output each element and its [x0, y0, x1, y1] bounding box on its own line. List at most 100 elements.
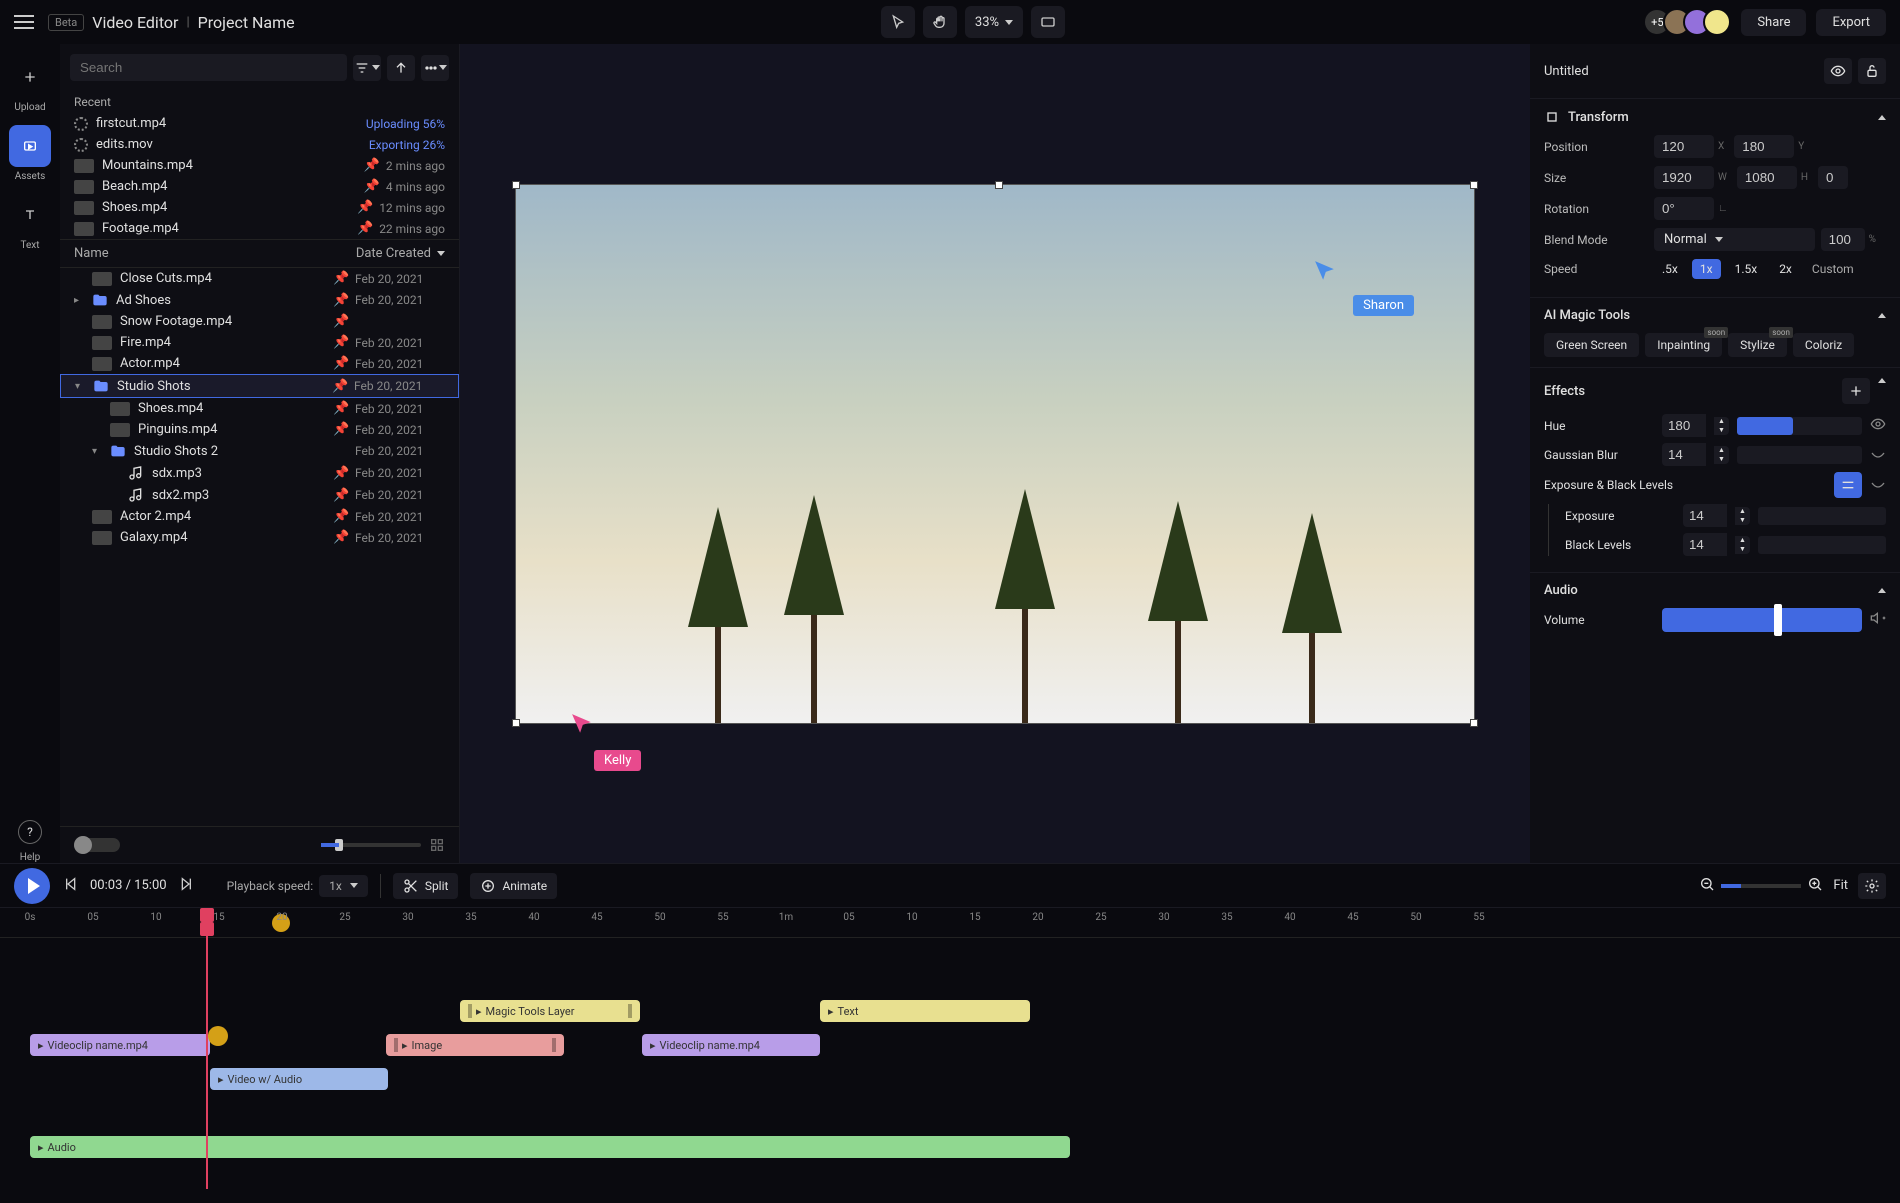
play-button[interactable]: [14, 868, 50, 904]
ai-tool-chip[interactable]: Inpaintingsoon: [1645, 333, 1722, 357]
asset-row[interactable]: Shoes.mp4📌12 mins ago: [60, 197, 459, 218]
blur-slider[interactable]: [1737, 446, 1862, 464]
collapse-button[interactable]: [1878, 115, 1886, 120]
blur-stepper[interactable]: ▲▼: [1714, 446, 1729, 464]
rotation-input[interactable]: [1654, 197, 1714, 220]
resize-handle[interactable]: [1470, 719, 1478, 727]
expand-caret[interactable]: ▸: [74, 295, 84, 306]
search-input[interactable]: [70, 54, 347, 81]
hand-tool[interactable]: [923, 6, 957, 38]
black-levels-slider[interactable]: [1758, 536, 1886, 554]
split-button[interactable]: Split: [393, 873, 459, 899]
clip-title[interactable]: Untitled: [1544, 64, 1589, 79]
zoom-in-button[interactable]: [1807, 876, 1823, 896]
assets-tab[interactable]: Assets: [9, 125, 51, 182]
select-tool[interactable]: [881, 6, 915, 38]
folder-row[interactable]: ▸Ad Shoes📌Feb 20, 2021: [60, 289, 459, 311]
asset-row[interactable]: Close Cuts.mp4📌Feb 20, 2021: [60, 268, 459, 289]
text-tab[interactable]: Text: [9, 194, 51, 251]
name-column[interactable]: Name: [74, 246, 356, 261]
animate-button[interactable]: Animate: [470, 873, 557, 899]
fit-button[interactable]: Fit: [1833, 878, 1848, 893]
project-name[interactable]: Project Name: [198, 13, 295, 32]
mute-button[interactable]: [1870, 610, 1886, 630]
upload-tab[interactable]: Upload: [9, 56, 51, 113]
collapse-button[interactable]: [1878, 588, 1886, 593]
asset-row[interactable]: Fire.mp4📌Feb 20, 2021: [60, 332, 459, 353]
resize-handle[interactable]: [512, 719, 520, 727]
resize-handle[interactable]: [512, 181, 520, 189]
thumbnail-zoom-slider[interactable]: [321, 843, 421, 847]
width-input[interactable]: [1654, 166, 1714, 189]
asset-row[interactable]: sdx2.mp3📌Feb 20, 2021: [60, 484, 459, 506]
next-frame-button[interactable]: [179, 876, 195, 896]
more-button[interactable]: [421, 55, 449, 81]
timeline-settings-button[interactable]: [1858, 873, 1886, 899]
custom-speed-button[interactable]: Custom: [1812, 262, 1854, 276]
sort-button[interactable]: [387, 55, 415, 81]
asset-row[interactable]: Galaxy.mp4📌Feb 20, 2021: [60, 527, 459, 548]
folder-row[interactable]: ▾Studio Shots 2Feb 20, 2021: [60, 440, 459, 462]
zoom-level[interactable]: 33%: [965, 6, 1023, 38]
collapse-button[interactable]: [1878, 378, 1886, 383]
speed-option[interactable]: 1.5x: [1727, 259, 1766, 279]
expand-caret[interactable]: ▾: [75, 381, 85, 392]
asset-row[interactable]: Beach.mp4📌4 mins ago: [60, 176, 459, 197]
effect-settings-button[interactable]: [1834, 472, 1862, 498]
size-extra-input[interactable]: [1818, 166, 1848, 189]
speed-option[interactable]: 1x: [1692, 259, 1721, 279]
toggle-effect-button[interactable]: [1870, 416, 1886, 436]
timeline-zoom-slider[interactable]: [1721, 884, 1801, 888]
asset-row[interactable]: Actor 2.mp4📌Feb 20, 2021: [60, 506, 459, 527]
asset-row[interactable]: Shoes.mp4📌Feb 20, 2021: [60, 398, 459, 419]
asset-row[interactable]: sdx.mp3📌Feb 20, 2021: [60, 462, 459, 484]
collapse-button[interactable]: [1878, 313, 1886, 318]
ai-tool-chip[interactable]: Stylizesoon: [1728, 333, 1787, 357]
playback-speed-select[interactable]: 1x: [319, 875, 368, 897]
resize-handle[interactable]: [1470, 181, 1478, 189]
exposure-slider[interactable]: [1758, 507, 1886, 525]
help-button[interactable]: ? Help: [9, 820, 51, 863]
volume-slider[interactable]: [1662, 608, 1862, 632]
ai-tool-chip[interactable]: Green Screen: [1544, 333, 1639, 357]
clip-image[interactable]: ▸ Image: [386, 1034, 564, 1056]
zoom-out-button[interactable]: [1699, 876, 1715, 896]
expand-caret[interactable]: ▾: [92, 446, 102, 457]
position-y-input[interactable]: [1734, 135, 1794, 158]
opacity-input[interactable]: [1821, 228, 1865, 251]
add-effect-button[interactable]: [1842, 378, 1870, 404]
toggle-effect-button[interactable]: [1870, 445, 1886, 465]
share-button[interactable]: Share: [1741, 9, 1806, 36]
video-canvas[interactable]: Sharon Kelly: [515, 184, 1475, 724]
blur-input[interactable]: [1662, 443, 1706, 466]
device-preview-button[interactable]: [1031, 6, 1065, 38]
clip-magic-tools[interactable]: ▸ Magic Tools Layer: [460, 1000, 640, 1022]
clip-video[interactable]: ▸ Videoclip name.mp4: [30, 1034, 210, 1056]
clip-text[interactable]: ▸ Text: [820, 1000, 1030, 1022]
lock-button[interactable]: [1858, 58, 1886, 84]
clip-video-audio[interactable]: ▸ Video w/ Audio: [210, 1068, 388, 1090]
view-toggle[interactable]: [74, 838, 120, 852]
hue-input[interactable]: [1662, 414, 1706, 437]
clip-video[interactable]: ▸ Videoclip name.mp4: [642, 1034, 820, 1056]
speed-option[interactable]: .5x: [1654, 259, 1686, 279]
asset-row[interactable]: Mountains.mp4📌2 mins ago: [60, 155, 459, 176]
ai-tool-chip[interactable]: Coloriz: [1793, 333, 1854, 357]
black-stepper[interactable]: ▲▼: [1735, 536, 1750, 554]
export-button[interactable]: Export: [1816, 9, 1886, 36]
exposure-stepper[interactable]: ▲▼: [1735, 507, 1750, 525]
folder-row[interactable]: ▾Studio Shots📌Feb 20, 2021: [60, 374, 459, 398]
position-x-input[interactable]: [1654, 135, 1714, 158]
hue-slider[interactable]: [1737, 417, 1862, 435]
exposure-input[interactable]: [1683, 504, 1727, 527]
blend-mode-select[interactable]: Normal: [1654, 228, 1815, 251]
speed-option[interactable]: 2x: [1771, 259, 1800, 279]
hue-stepper[interactable]: ▲▼: [1714, 417, 1729, 435]
asset-row[interactable]: firstcut.mp4Uploading 56%: [60, 113, 459, 134]
asset-row[interactable]: Pinguins.mp4📌Feb 20, 2021: [60, 419, 459, 440]
asset-row[interactable]: Snow Footage.mp4📌: [60, 311, 459, 332]
resize-handle[interactable]: [995, 181, 1003, 189]
clip-marker-avatar[interactable]: [208, 1026, 228, 1046]
black-levels-input[interactable]: [1683, 533, 1727, 556]
menu-button[interactable]: [14, 15, 34, 29]
